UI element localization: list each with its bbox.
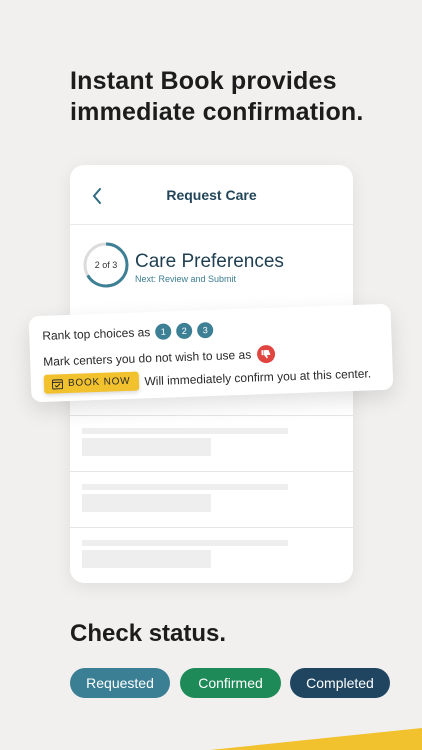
rank-badge-3: 3 xyxy=(196,321,214,339)
rank-legend: Rank top choices as 1 2 3 xyxy=(42,321,214,344)
progress-label: 2 of 3 xyxy=(94,260,118,270)
skeleton-line xyxy=(82,428,288,434)
status-pill-completed[interactable]: Completed xyxy=(290,668,390,698)
status-pill-requested[interactable]: Requested xyxy=(70,668,170,698)
list-item[interactable] xyxy=(70,415,353,471)
skeleton-block xyxy=(82,494,211,512)
list-item[interactable] xyxy=(70,471,353,527)
section-title: Care Preferences xyxy=(135,251,284,272)
headline: Instant Book provides immediate confirma… xyxy=(70,67,364,126)
book-now-button[interactable]: BOOK NOW xyxy=(43,371,139,394)
rank-badge-1: 1 xyxy=(155,323,172,340)
book-now-text: Will immediately confirm you at this cen… xyxy=(144,365,372,388)
skeleton-block xyxy=(82,550,211,568)
skeleton-block xyxy=(82,438,211,456)
list-item[interactable] xyxy=(70,527,353,583)
book-now-label: BOOK NOW xyxy=(67,375,131,390)
skeleton-line xyxy=(82,484,288,490)
legend-popover: Rank top choices as 1 2 3 Mark centers y… xyxy=(28,303,394,403)
progress-ring: 2 of 3 xyxy=(82,241,130,289)
status-heading: Check status. xyxy=(70,620,227,647)
next-step-label: Next: Review and Submit xyxy=(135,274,237,284)
mark-text: Mark centers you do not wish to use as xyxy=(42,347,252,369)
card-header: Request Care xyxy=(70,165,353,225)
calendar-check-icon xyxy=(51,379,64,390)
rank-badge-2: 2 xyxy=(176,322,193,340)
card-title: Request Care xyxy=(166,187,257,203)
rank-text: Rank top choices as xyxy=(42,325,151,343)
dislike-legend: Mark centers you do not wish to use as xyxy=(42,344,276,371)
skeleton-line xyxy=(82,540,288,546)
status-pill-confirmed[interactable]: Confirmed xyxy=(180,668,281,698)
thumbs-down-icon xyxy=(256,344,276,364)
